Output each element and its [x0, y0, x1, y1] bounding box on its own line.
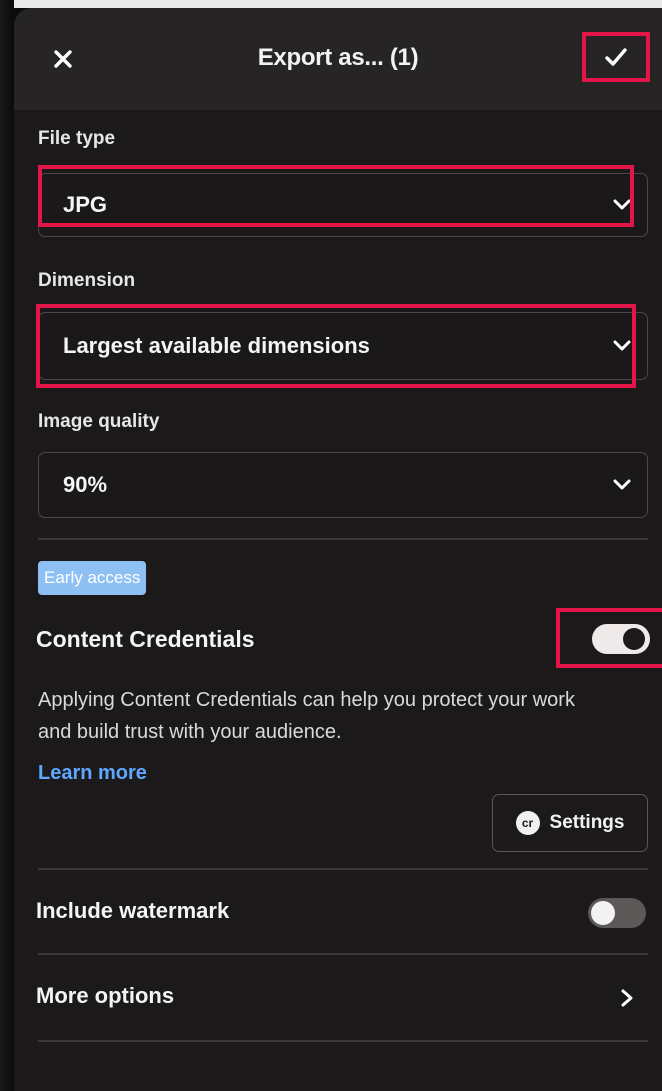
include-watermark-toggle[interactable]: [588, 898, 646, 928]
dimension-select[interactable]: Largest available dimensions: [38, 312, 648, 380]
divider: [38, 868, 648, 870]
chevron-down-icon: [613, 199, 631, 210]
image-quality-label: Image quality: [38, 411, 160, 432]
divider: [38, 953, 648, 955]
divider: [38, 538, 648, 540]
content-credentials-title: Content Credentials: [36, 626, 255, 652]
dialog-header: Export as... (1): [14, 8, 662, 110]
device-bezel-top: [0, 0, 662, 8]
dimension-value: Largest available dimensions: [63, 333, 370, 358]
settings-label: Settings: [549, 812, 625, 833]
dimension-label: Dimension: [38, 270, 136, 291]
divider: [38, 1040, 648, 1042]
early-access-badge: Early access: [38, 561, 147, 595]
content-credentials-description: Applying Content Credentials can help yo…: [38, 689, 575, 743]
content-credentials-icon: cr: [515, 811, 540, 835]
file-type-label: File type: [38, 128, 116, 149]
file-type-select[interactable]: JPG: [38, 173, 648, 237]
checkmark-icon: [605, 48, 627, 66]
include-watermark-label: Include watermark: [36, 898, 230, 923]
confirm-button[interactable]: [582, 32, 650, 82]
chevron-right-icon[interactable]: [620, 988, 634, 1008]
content-credentials-toggle[interactable]: [592, 624, 650, 654]
device-bezel-left: [0, 0, 14, 1091]
image-quality-value: 90%: [63, 472, 108, 497]
chevron-down-icon: [613, 479, 631, 490]
image-quality-select[interactable]: 90%: [38, 452, 648, 518]
toggle-knob: [623, 628, 645, 650]
chevron-down-icon: [613, 340, 631, 351]
export-dialog: Export as... (1) File type JPG Dimension…: [14, 8, 662, 1091]
file-type-value: JPG: [63, 192, 108, 217]
learn-more-link[interactable]: Learn more: [38, 762, 147, 785]
toggle-knob: [591, 901, 615, 925]
more-options-row[interactable]: More options: [36, 983, 174, 1009]
settings-button[interactable]: cr Settings: [492, 794, 648, 852]
dialog-title: Export as... (1): [257, 44, 419, 71]
